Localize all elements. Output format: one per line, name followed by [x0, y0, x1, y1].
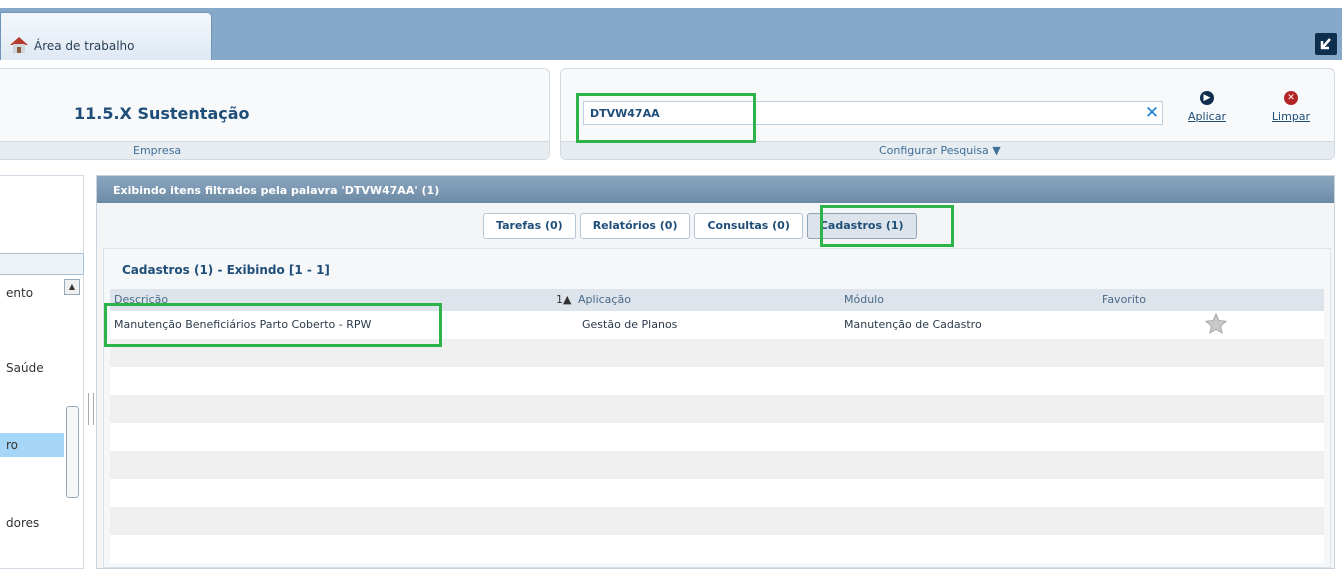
highlight-cadastros-tab: [820, 205, 954, 247]
sidebar-item[interactable]: dores: [6, 516, 39, 530]
highlight-result-row: [104, 303, 442, 347]
main-header: Exibindo itens filtrados pela palavra 'D…: [97, 176, 1334, 203]
workspace-tab-label: Área de trabalho: [34, 39, 135, 53]
sidebar-item-label: ro: [6, 438, 19, 452]
results-title: Cadastros (1) - Exibindo [1 - 1]: [122, 263, 330, 277]
results-panel: Cadastros (1) - Exibindo [1 - 1] Descriç…: [103, 248, 1331, 568]
workspace-tab[interactable]: Área de trabalho: [0, 12, 212, 60]
sidebar-item-selected[interactable]: ro: [0, 433, 64, 457]
play-icon: ▶: [1200, 91, 1214, 105]
highlight-search: [576, 93, 756, 143]
scrollbar-thumb[interactable]: [66, 406, 79, 498]
sidebar-item[interactable]: Saúde: [6, 361, 44, 375]
apply-label: Aplicar: [1188, 110, 1226, 123]
col-favorito[interactable]: Favorito: [1102, 293, 1146, 306]
sidebar: ento Saúde ro dores ▲: [0, 175, 84, 569]
company-label: Empresa: [133, 144, 182, 157]
clear-search-icon[interactable]: ✕: [1143, 104, 1161, 122]
tab-consultas[interactable]: Consultas (0): [694, 213, 803, 239]
filter-title: Exibindo itens filtrados pela palavra 'D…: [113, 184, 440, 197]
search-footer: Configurar Pesquisa ▼: [561, 141, 1334, 159]
sidebar-header: [0, 253, 84, 275]
sidebar-item[interactable]: ento: [6, 286, 33, 300]
cell-modulo: Manutenção de Cadastro: [844, 318, 982, 331]
tab-tarefas[interactable]: Tarefas (0): [483, 213, 576, 239]
col-modulo[interactable]: Módulo: [844, 293, 884, 306]
table-row: [110, 367, 1324, 395]
splitter-grip[interactable]: [88, 393, 94, 425]
main-panel: Exibindo itens filtrados pela palavra 'D…: [96, 175, 1335, 569]
col-aplicacao[interactable]: Aplicação: [578, 293, 631, 306]
close-icon: ✕: [1284, 91, 1298, 105]
company-footer: Empresa: [0, 141, 549, 159]
star-icon[interactable]: [1204, 312, 1228, 336]
company-name: 11.5.X Sustentação: [74, 104, 250, 123]
table-row: [110, 423, 1324, 451]
tab-relatorios[interactable]: Relatórios (0): [579, 213, 691, 239]
sort-indicator[interactable]: 1▲: [556, 293, 571, 306]
clear-label: Limpar: [1271, 110, 1311, 123]
table-row: [110, 535, 1324, 563]
cell-aplicacao: Gestão de Planos: [582, 318, 678, 331]
house-icon: [10, 37, 28, 53]
clear-button[interactable]: ✕ Limpar: [1267, 91, 1315, 131]
table-row: [110, 451, 1324, 479]
collapse-arrow-icon[interactable]: [1315, 33, 1337, 55]
company-panel: 11.5.X Sustentação Empresa: [0, 68, 550, 160]
table-row: [110, 479, 1324, 507]
table-row: [110, 507, 1324, 535]
apply-button[interactable]: ▶ Aplicar: [1183, 91, 1231, 131]
scroll-up-arrow-icon[interactable]: ▲: [64, 279, 80, 295]
table-row: [110, 395, 1324, 423]
configure-search-link[interactable]: Configurar Pesquisa ▼: [879, 144, 1001, 157]
